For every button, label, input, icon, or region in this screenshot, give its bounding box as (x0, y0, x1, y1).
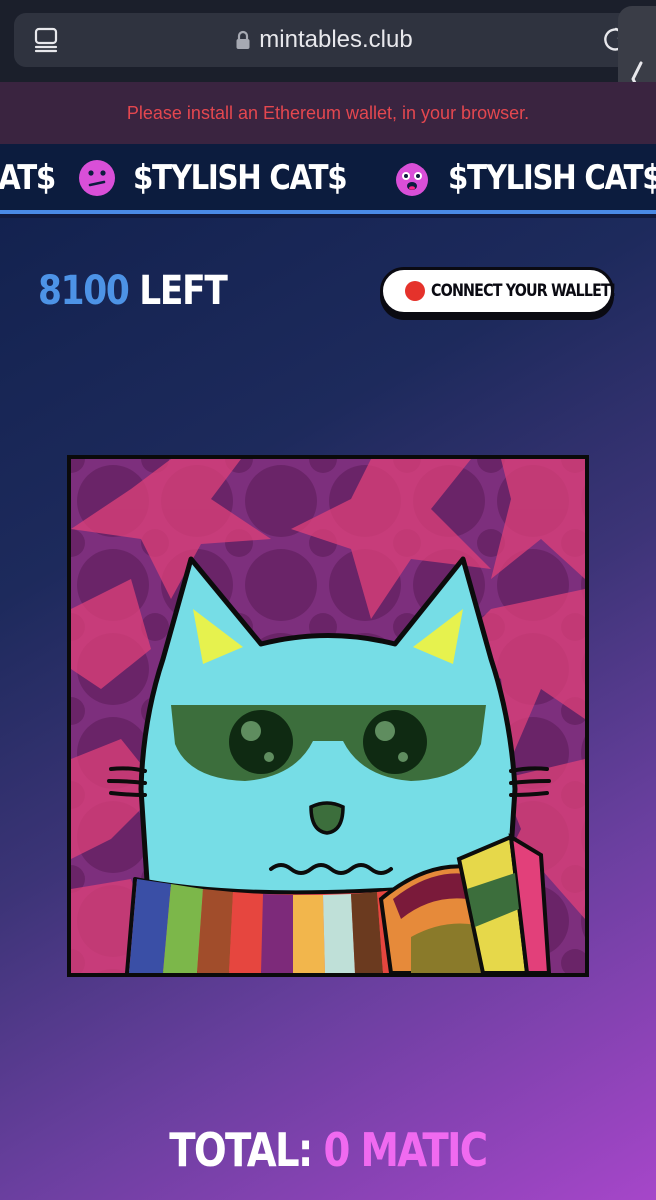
remaining-count: 8100 (38, 268, 130, 314)
cat-illustration (71, 459, 585, 973)
wallet-warning-banner: Please install an Ethereum wallet, in yo… (0, 82, 656, 144)
lock-icon (236, 30, 250, 49)
remaining-label: LEFT (139, 268, 228, 314)
warning-message: Please install an Ethereum wallet, in yo… (126, 102, 530, 123)
total-price: TOTAL: 0 MATIC (0, 1123, 656, 1177)
nft-preview-image (67, 455, 589, 977)
remaining-counter: 8100 LEFT (38, 268, 228, 314)
mint-section: 8100 LEFT CONNECT YOUR WALLET! TOTAL: 0 … (0, 218, 656, 1200)
confused-face-icon (79, 160, 116, 196)
browser-toolbar: mintables.club (0, 0, 656, 152)
connect-wallet-label: CONNECT YOUR WALLET! (431, 281, 616, 301)
address-bar[interactable]: mintables.club (14, 13, 634, 67)
url-text[interactable]: mintables.club (259, 26, 412, 54)
status-dot-icon (405, 281, 425, 301)
total-label: TOTAL: (169, 1123, 313, 1177)
connect-wallet-button[interactable]: CONNECT YOUR WALLET! (380, 267, 616, 315)
total-value: 0 MATIC (323, 1123, 489, 1177)
marquee-item: $TYLISH CAT$ (133, 158, 348, 198)
marquee-item: CAT$ (0, 158, 56, 198)
marquee-item: $TYLISH CAT$ (447, 158, 656, 198)
title-marquee: CAT$ $TYLISH CAT$ $TYLISH CAT$ (0, 144, 656, 214)
hungry-face-icon (395, 163, 428, 196)
